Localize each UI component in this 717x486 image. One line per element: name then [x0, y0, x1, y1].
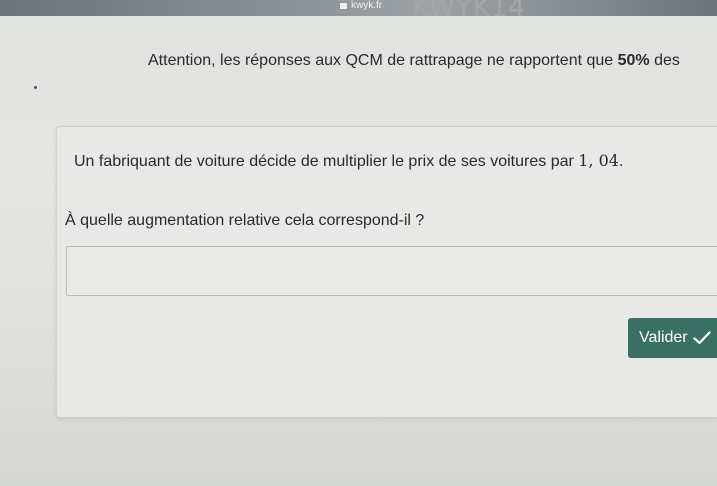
- exercise-card: Un fabriquant de voiture décide de multi…: [56, 126, 717, 418]
- notice-text-end: des: [649, 52, 680, 69]
- question-prompt: À quelle augmentation relative cela corr…: [65, 212, 425, 229]
- check-icon: [693, 331, 711, 345]
- bullet-dot: [34, 86, 37, 89]
- validate-label: Valider: [639, 329, 688, 346]
- notice-percent: 50%: [617, 52, 650, 69]
- site-url[interactable]: kwyk.fr: [340, 0, 382, 11]
- validate-button[interactable]: Valider: [628, 318, 717, 358]
- multiplier-value: 1, 04: [578, 151, 619, 170]
- site-icon: [340, 2, 347, 9]
- browser-topbar: kwyk.fr: [0, 0, 717, 16]
- answer-input[interactable]: [66, 246, 717, 296]
- exercise-code: KWYK14: [412, 0, 526, 22]
- rattrapage-notice: Attention, les réponses aux QCM de rattr…: [148, 52, 680, 70]
- question-text: Un fabriquant de voiture décide de multi…: [74, 153, 579, 170]
- page: kwyk.fr KWYK14 Attention, les réponses a…: [0, 0, 717, 486]
- site-url-text: kwyk.fr: [351, 0, 383, 11]
- question-statement: Un fabriquant de voiture décide de multi…: [74, 151, 623, 171]
- question-end: .: [618, 153, 624, 170]
- notice-text-start: Attention, les réponses aux QCM de rattr…: [148, 52, 618, 69]
